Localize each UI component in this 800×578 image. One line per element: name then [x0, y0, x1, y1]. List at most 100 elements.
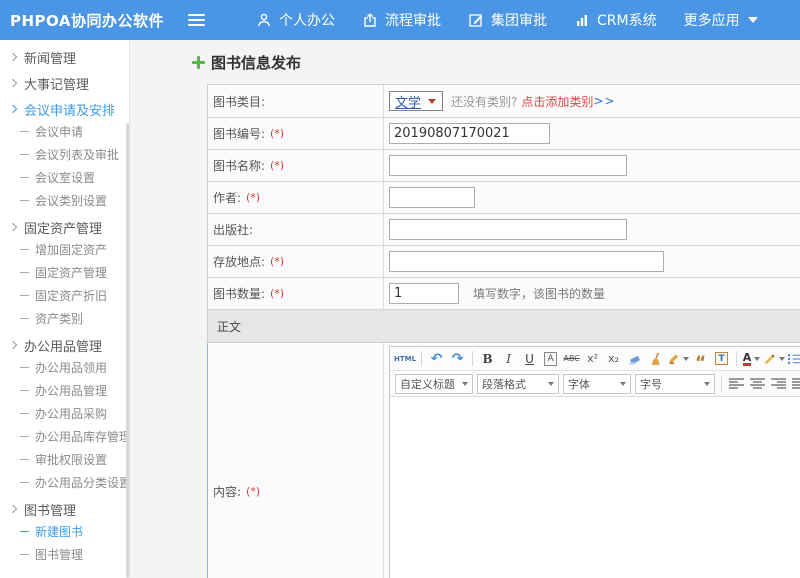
sidebar-group-news: 新闻管理 [0, 46, 129, 68]
section-header-text: 正文 [217, 318, 241, 335]
caret-down-icon [548, 382, 554, 386]
caret-down-icon [620, 382, 626, 386]
sidebar-item-book-manage[interactable]: 图书管理 [0, 543, 129, 566]
main-content: 图书信息发布 图书类目: 文学 还没有类别? 点击添加类别 >> [131, 40, 800, 578]
blockquote-button[interactable]: “ [691, 349, 710, 368]
sidebar-item-supplies-category[interactable]: 办公用品分类设置 [0, 471, 129, 494]
sidebar-item-asset-category[interactable]: 资产类别 [0, 307, 129, 330]
nav-group-approval[interactable]: 集团审批 [468, 10, 547, 30]
eraser-button[interactable] [625, 349, 644, 368]
sidebar-group-assets: 固定资产管理 增加固定资产 固定资产管理 固定资产折旧 资产类别 [0, 216, 129, 330]
required-mark: (*) [246, 191, 260, 204]
nav-crm-system[interactable]: CRM系统 [574, 10, 657, 30]
strikethrough-button[interactable]: ABC [562, 349, 581, 368]
font-color-button[interactable]: A [742, 349, 761, 368]
italic-button[interactable]: I [499, 349, 518, 368]
subscript-button[interactable]: x₂ [604, 349, 623, 368]
toolbar-separator [736, 351, 737, 366]
sidebar-item-meeting-apply[interactable]: 会议申请 [0, 120, 129, 143]
nav-more-apps[interactable]: 更多应用 [684, 10, 758, 30]
sidebar-item-asset-add[interactable]: 增加固定资产 [0, 238, 129, 261]
label-text: 内容: [213, 483, 241, 500]
field-value: 填写数字，该图书的数量 [384, 283, 800, 304]
book-number-input[interactable] [389, 123, 550, 144]
category-select[interactable]: 文学 [389, 91, 443, 111]
form-row-location: 存放地点: (*) [207, 246, 800, 278]
sidebar-item-meeting-list[interactable]: 会议列表及审批 [0, 143, 129, 166]
sidebar-item-supplies-purchase[interactable]: 办公用品采购 [0, 402, 129, 425]
align-center-button[interactable] [748, 374, 767, 393]
dropdown-label: 段落格式 [482, 376, 526, 392]
sidebar-sub-label: 办公用品管理 [35, 382, 107, 399]
custom-title-dropdown[interactable]: 自定义标题 [395, 374, 473, 394]
sidebar-group-label: 固定资产管理 [24, 218, 102, 237]
dash-icon [20, 436, 29, 437]
bold-button[interactable]: B [478, 349, 497, 368]
publisher-input[interactable] [389, 219, 627, 240]
nav-label: 更多应用 [684, 10, 740, 30]
label-text: 图书类目: [213, 93, 265, 110]
align-right-button[interactable] [769, 374, 788, 393]
source-code-button[interactable]: HTML [394, 349, 416, 368]
author-input[interactable] [389, 187, 475, 208]
sidebar-item-events-management[interactable]: 大事记管理 [0, 72, 129, 94]
toolbar-separator [721, 376, 722, 391]
field-value [384, 219, 800, 240]
paste-as-text-button[interactable]: T [715, 352, 728, 365]
sidebar-scrollbar[interactable] [126, 123, 129, 578]
chevron-right-icon [9, 53, 17, 61]
ordered-list-button[interactable] [787, 349, 800, 368]
nav-label: 个人办公 [279, 10, 335, 30]
redo-button[interactable]: ↷ [448, 349, 467, 368]
page-title-text: 图书信息发布 [211, 52, 301, 73]
sidebar-item-supplies-manage[interactable]: 办公用品管理 [0, 379, 129, 402]
sidebar-item-supplies-management[interactable]: 办公用品管理 [0, 334, 129, 356]
font-size-dropdown[interactable]: 字号 [635, 374, 715, 394]
autotypeset-button[interactable]: A [544, 352, 556, 366]
required-mark: (*) [270, 127, 284, 140]
sidebar-item-book-new[interactable]: 新建图书 [0, 520, 129, 543]
field-value: 文学 还没有类别? 点击添加类别 >> [384, 91, 800, 111]
chevron-right-icon [9, 341, 17, 349]
editor-content-area[interactable] [390, 397, 800, 578]
sidebar-item-meeting-category[interactable]: 会议类别设置 [0, 189, 129, 212]
align-justify-button[interactable] [790, 374, 800, 393]
form-row-author: 作者: (*) [207, 182, 800, 214]
bar-chart-icon [574, 12, 590, 28]
superscript-button[interactable]: x² [583, 349, 602, 368]
sidebar-item-approval-permission[interactable]: 审批权限设置 [0, 448, 129, 471]
sidebar-item-meeting-management[interactable]: 会议申请及安排 [0, 98, 129, 120]
dash-icon [20, 200, 29, 201]
paragraph-format-dropdown[interactable]: 段落格式 [477, 374, 559, 394]
nav-personal-office[interactable]: 个人办公 [256, 10, 335, 30]
sidebar-sub-label: 会议列表及审批 [35, 146, 119, 163]
font-family-dropdown[interactable]: 字体 [563, 374, 631, 394]
book-name-input[interactable] [389, 155, 627, 176]
format-clean-button[interactable] [646, 349, 665, 368]
highlight-color-button[interactable] [763, 349, 785, 368]
add-category-arrows[interactable]: >> [593, 94, 615, 108]
sidebar-item-asset-management[interactable]: 固定资产管理 [0, 216, 129, 238]
form-row-book-name: 图书名称: (*) [207, 150, 800, 182]
underline-button[interactable]: U [520, 349, 539, 368]
dash-icon [20, 482, 29, 483]
format-painter-button[interactable] [667, 349, 689, 368]
align-left-button[interactable] [727, 374, 746, 393]
location-input[interactable] [389, 251, 664, 272]
sidebar-item-news-management[interactable]: 新闻管理 [0, 46, 129, 68]
quantity-input[interactable] [389, 283, 459, 304]
add-category-link[interactable]: 点击添加类别 [521, 93, 593, 110]
undo-button[interactable]: ↶ [427, 349, 446, 368]
sidebar-group-events: 大事记管理 [0, 72, 129, 94]
sidebar-item-asset-depreciation[interactable]: 固定资产折旧 [0, 284, 129, 307]
sidebar-item-supplies-inventory[interactable]: 办公用品库存管理 [0, 425, 129, 448]
sidebar-item-book-management[interactable]: 图书管理 [0, 498, 129, 520]
menu-toggle-button[interactable] [184, 7, 209, 33]
sidebar-sub-label: 办公用品领用 [35, 359, 107, 376]
field-label: 图书名称: (*) [208, 150, 384, 181]
sidebar-item-asset-manage[interactable]: 固定资产管理 [0, 261, 129, 284]
nav-process-approval[interactable]: 流程审批 [362, 10, 441, 30]
topbar: PHPOA协同办公软件 个人办公 流程审批 集团审批 CRM系统 更多应用 [0, 0, 800, 40]
sidebar-item-meeting-room[interactable]: 会议室设置 [0, 166, 129, 189]
sidebar-item-supplies-claim[interactable]: 办公用品领用 [0, 356, 129, 379]
